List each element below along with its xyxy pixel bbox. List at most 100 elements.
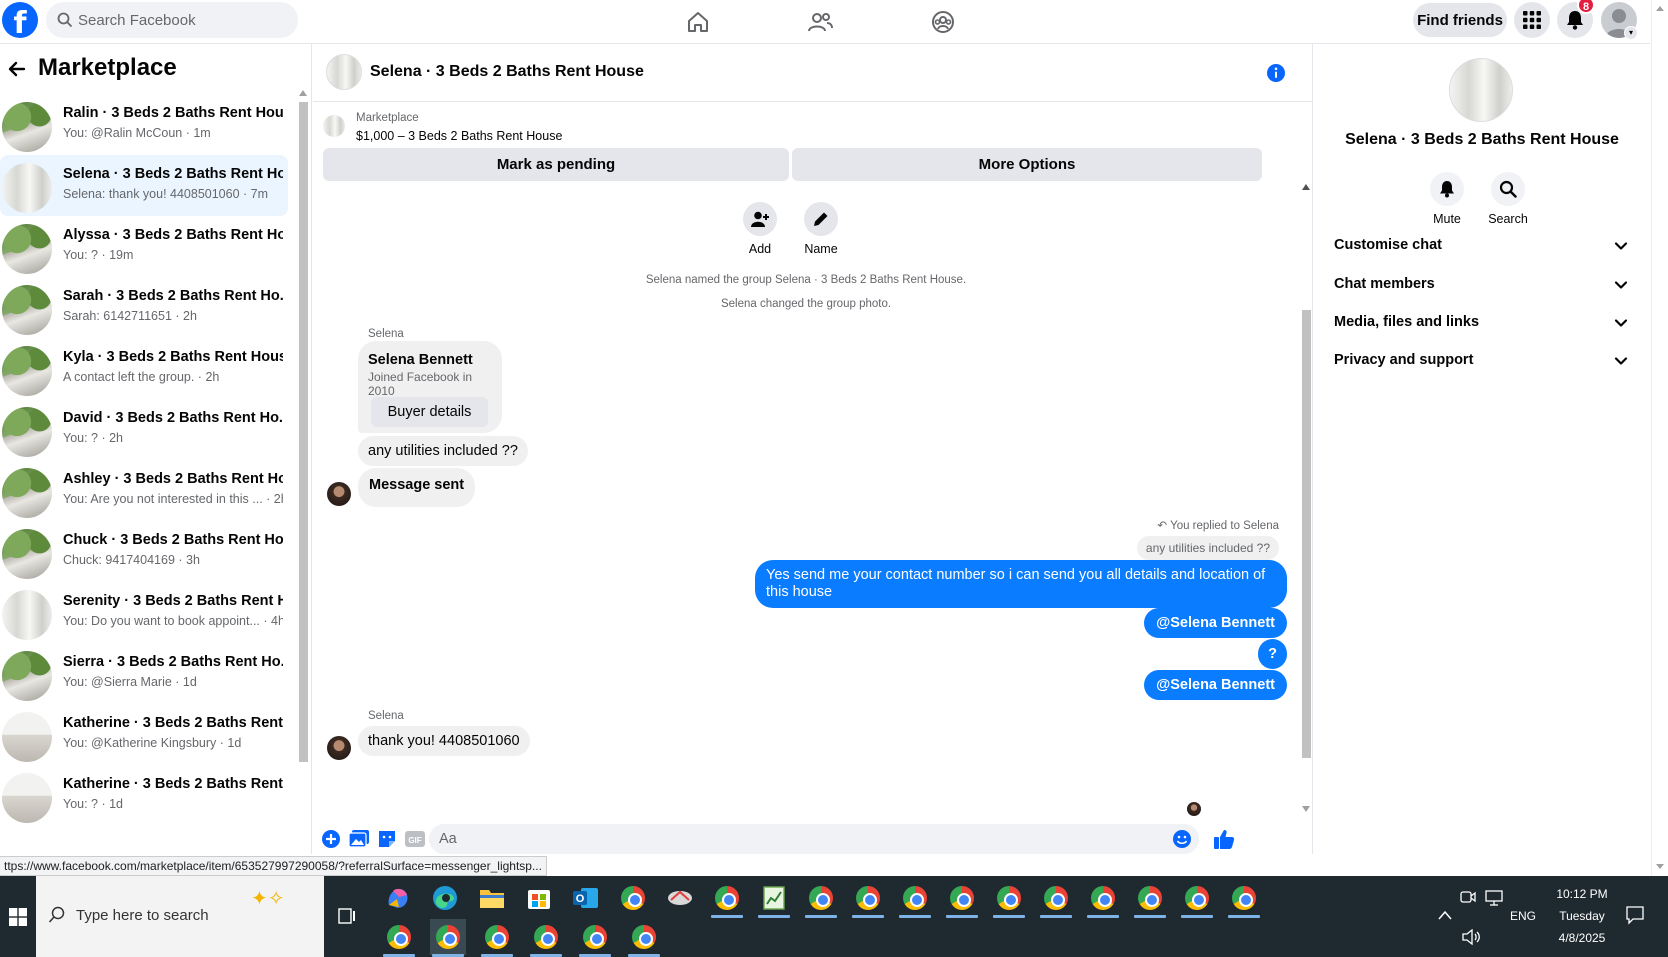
emoji-icon[interactable] xyxy=(1171,828,1193,850)
chat-scroll-thumb[interactable] xyxy=(1302,310,1311,758)
group-photo[interactable] xyxy=(1449,58,1513,122)
conversation-item[interactable]: Selena · 3 Beds 2 Baths Rent Ho... Selena… xyxy=(0,155,288,216)
chrome-window-icon[interactable] xyxy=(528,919,564,957)
clock-date[interactable]: 4/8/2025 xyxy=(1542,931,1622,945)
chrome-window-icon[interactable] xyxy=(1132,880,1168,918)
customise-chat-section[interactable]: Customise chat xyxy=(1324,230,1634,262)
network-icon[interactable] xyxy=(1485,890,1503,906)
conversation-item[interactable]: Serenity · 3 Beds 2 Baths Rent H... You: … xyxy=(0,582,288,643)
chat-title[interactable]: Selena · 3 Beds 2 Baths Rent House xyxy=(370,63,644,81)
conversation-item[interactable]: Katherine · 3 Beds 2 Baths Rent ... You: … xyxy=(0,765,288,826)
edge-browser-icon[interactable] xyxy=(427,880,463,916)
chrome-window-icon[interactable] xyxy=(850,880,886,918)
clock-time[interactable]: 10:12 PM xyxy=(1542,887,1622,901)
copilot-sparkle-icon[interactable]: ✦✧ xyxy=(251,886,285,911)
conversation-item[interactable]: Katherine · 3 Beds 2 Baths Rent ... You: … xyxy=(0,704,288,765)
groups-icon[interactable] xyxy=(925,4,961,40)
meet-now-icon[interactable] xyxy=(1460,890,1476,904)
mute-action[interactable]: Mute xyxy=(1417,172,1477,226)
mark-as-pending-button[interactable]: Mark as pending xyxy=(323,148,789,181)
microsoft-store-icon[interactable] xyxy=(521,880,557,916)
photo-icon[interactable] xyxy=(348,828,370,850)
chat-members-section[interactable]: Chat members xyxy=(1324,269,1634,301)
chrome-window-icon[interactable] xyxy=(1179,880,1215,918)
chrome-window-icon[interactable] xyxy=(1038,880,1074,918)
sidebar-scroll-thumb[interactable] xyxy=(299,102,308,762)
outgoing-message[interactable]: @Selena Bennett xyxy=(1144,670,1287,700)
spreadsheet-app-icon[interactable] xyxy=(756,880,792,918)
chrome-window-icon[interactable] xyxy=(897,880,933,918)
chrome-window-icon[interactable] xyxy=(991,880,1027,918)
file-explorer-icon[interactable] xyxy=(474,880,510,916)
incoming-message[interactable]: Message sent xyxy=(358,468,476,507)
copilot-app-icon[interactable] xyxy=(380,880,416,916)
action-center-notification-icon[interactable] xyxy=(1625,905,1645,925)
facebook-search-input[interactable] xyxy=(78,2,288,38)
volume-icon[interactable] xyxy=(1462,929,1480,945)
incoming-message[interactable]: any utilities included ?? xyxy=(358,436,528,466)
network-share-app-icon[interactable] xyxy=(662,880,698,916)
friends-icon[interactable] xyxy=(802,4,838,40)
account-chevron-down-icon[interactable]: ▾ xyxy=(1624,26,1638,40)
outgoing-message[interactable]: ? xyxy=(1258,639,1287,669)
conversation-item[interactable]: Sierra · 3 Beds 2 Baths Rent Ho... You: @… xyxy=(0,643,288,704)
sticker-icon[interactable] xyxy=(376,828,398,850)
task-view-icon[interactable] xyxy=(337,906,357,926)
info-icon[interactable] xyxy=(1266,63,1286,83)
gif-icon[interactable]: GIF xyxy=(404,828,426,850)
chrome-window-icon[interactable] xyxy=(1226,880,1262,918)
sidebar-scrollbar[interactable] xyxy=(296,88,310,808)
incoming-message[interactable]: thank you! 4408501060 xyxy=(358,726,530,756)
clock-day[interactable]: Tuesday xyxy=(1542,909,1622,923)
search-in-conversation-action[interactable]: Search xyxy=(1478,172,1538,226)
chat-group-photo[interactable] xyxy=(326,54,362,90)
language-indicator[interactable]: ENG xyxy=(1508,909,1538,923)
outlook-icon[interactable]: O xyxy=(568,880,604,916)
media-files-links-section[interactable]: Media, files and links xyxy=(1324,307,1634,339)
listing-price-title[interactable]: $1,000 – 3 Beds 2 Baths Rent House xyxy=(356,129,562,143)
chrome-window-icon[interactable] xyxy=(577,919,613,957)
buyer-details-button[interactable]: Buyer details xyxy=(371,397,488,427)
find-friends-button[interactable]: Find friends xyxy=(1413,3,1507,37)
chrome-window-icon[interactable] xyxy=(381,919,417,957)
scroll-down-arrow-icon[interactable] xyxy=(1302,806,1310,812)
home-icon[interactable] xyxy=(680,4,716,40)
chrome-window-icon[interactable] xyxy=(944,880,980,918)
conversation-item[interactable]: Kyla · 3 Beds 2 Baths Rent House A contac… xyxy=(0,338,288,399)
windows-start-icon[interactable] xyxy=(0,876,36,957)
chrome-window-icon[interactable] xyxy=(626,919,662,957)
taskbar-search-box[interactable]: Type here to search ✦✧ xyxy=(36,876,324,957)
facebook-logo-icon[interactable]: f xyxy=(2,2,38,38)
scroll-up-arrow-icon[interactable] xyxy=(1302,184,1310,190)
menu-grid-icon[interactable] xyxy=(1514,2,1550,38)
conversation-item[interactable]: David · 3 Beds 2 Baths Rent Ho... You: ? … xyxy=(0,399,288,460)
outgoing-message[interactable]: Yes send me your contact number so i can… xyxy=(755,560,1287,608)
plus-circle-icon[interactable] xyxy=(320,828,342,850)
conversation-item[interactable]: Chuck · 3 Beds 2 Baths Rent Ho... Chuck: … xyxy=(0,521,288,582)
add-member-action[interactable]: Add xyxy=(730,202,790,256)
scroll-down-arrow-icon[interactable] xyxy=(1656,864,1664,869)
sender-avatar[interactable] xyxy=(327,482,351,506)
listing-thumbnail[interactable] xyxy=(323,115,345,137)
privacy-support-section[interactable]: Privacy and support xyxy=(1324,345,1634,377)
page-scrollbar[interactable] xyxy=(1651,0,1668,876)
facebook-search-box[interactable] xyxy=(46,2,298,38)
quoted-message[interactable]: any utilities included ?? xyxy=(1136,536,1279,560)
chrome-icon[interactable] xyxy=(615,880,651,916)
scroll-up-arrow-icon[interactable] xyxy=(299,90,307,96)
conversation-item[interactable]: Alyssa · 3 Beds 2 Baths Rent Ho... You: ?… xyxy=(0,216,288,277)
back-arrow-icon[interactable] xyxy=(7,59,27,79)
chat-scrollbar[interactable] xyxy=(1300,182,1313,814)
chrome-window-icon[interactable] xyxy=(803,880,839,918)
sender-avatar[interactable] xyxy=(327,736,351,760)
conversation-item[interactable]: Ashley · 3 Beds 2 Baths Rent Ho... You: A… xyxy=(0,460,288,521)
chrome-profile-m-icon[interactable] xyxy=(709,880,745,918)
conversation-item[interactable]: Sarah · 3 Beds 2 Baths Rent Ho... Sarah: … xyxy=(0,277,288,338)
message-input[interactable] xyxy=(429,824,1199,854)
conversation-item[interactable]: Ralin · 3 Beds 2 Baths Rent House You: @R… xyxy=(0,94,288,155)
chrome-window-active-icon[interactable] xyxy=(430,919,466,957)
chrome-window-icon[interactable] xyxy=(479,919,515,957)
show-hidden-icons-chevron-up-icon[interactable] xyxy=(1438,910,1452,920)
outgoing-message[interactable]: @Selena Bennett xyxy=(1144,608,1287,638)
thumbs-up-icon[interactable] xyxy=(1213,828,1235,850)
